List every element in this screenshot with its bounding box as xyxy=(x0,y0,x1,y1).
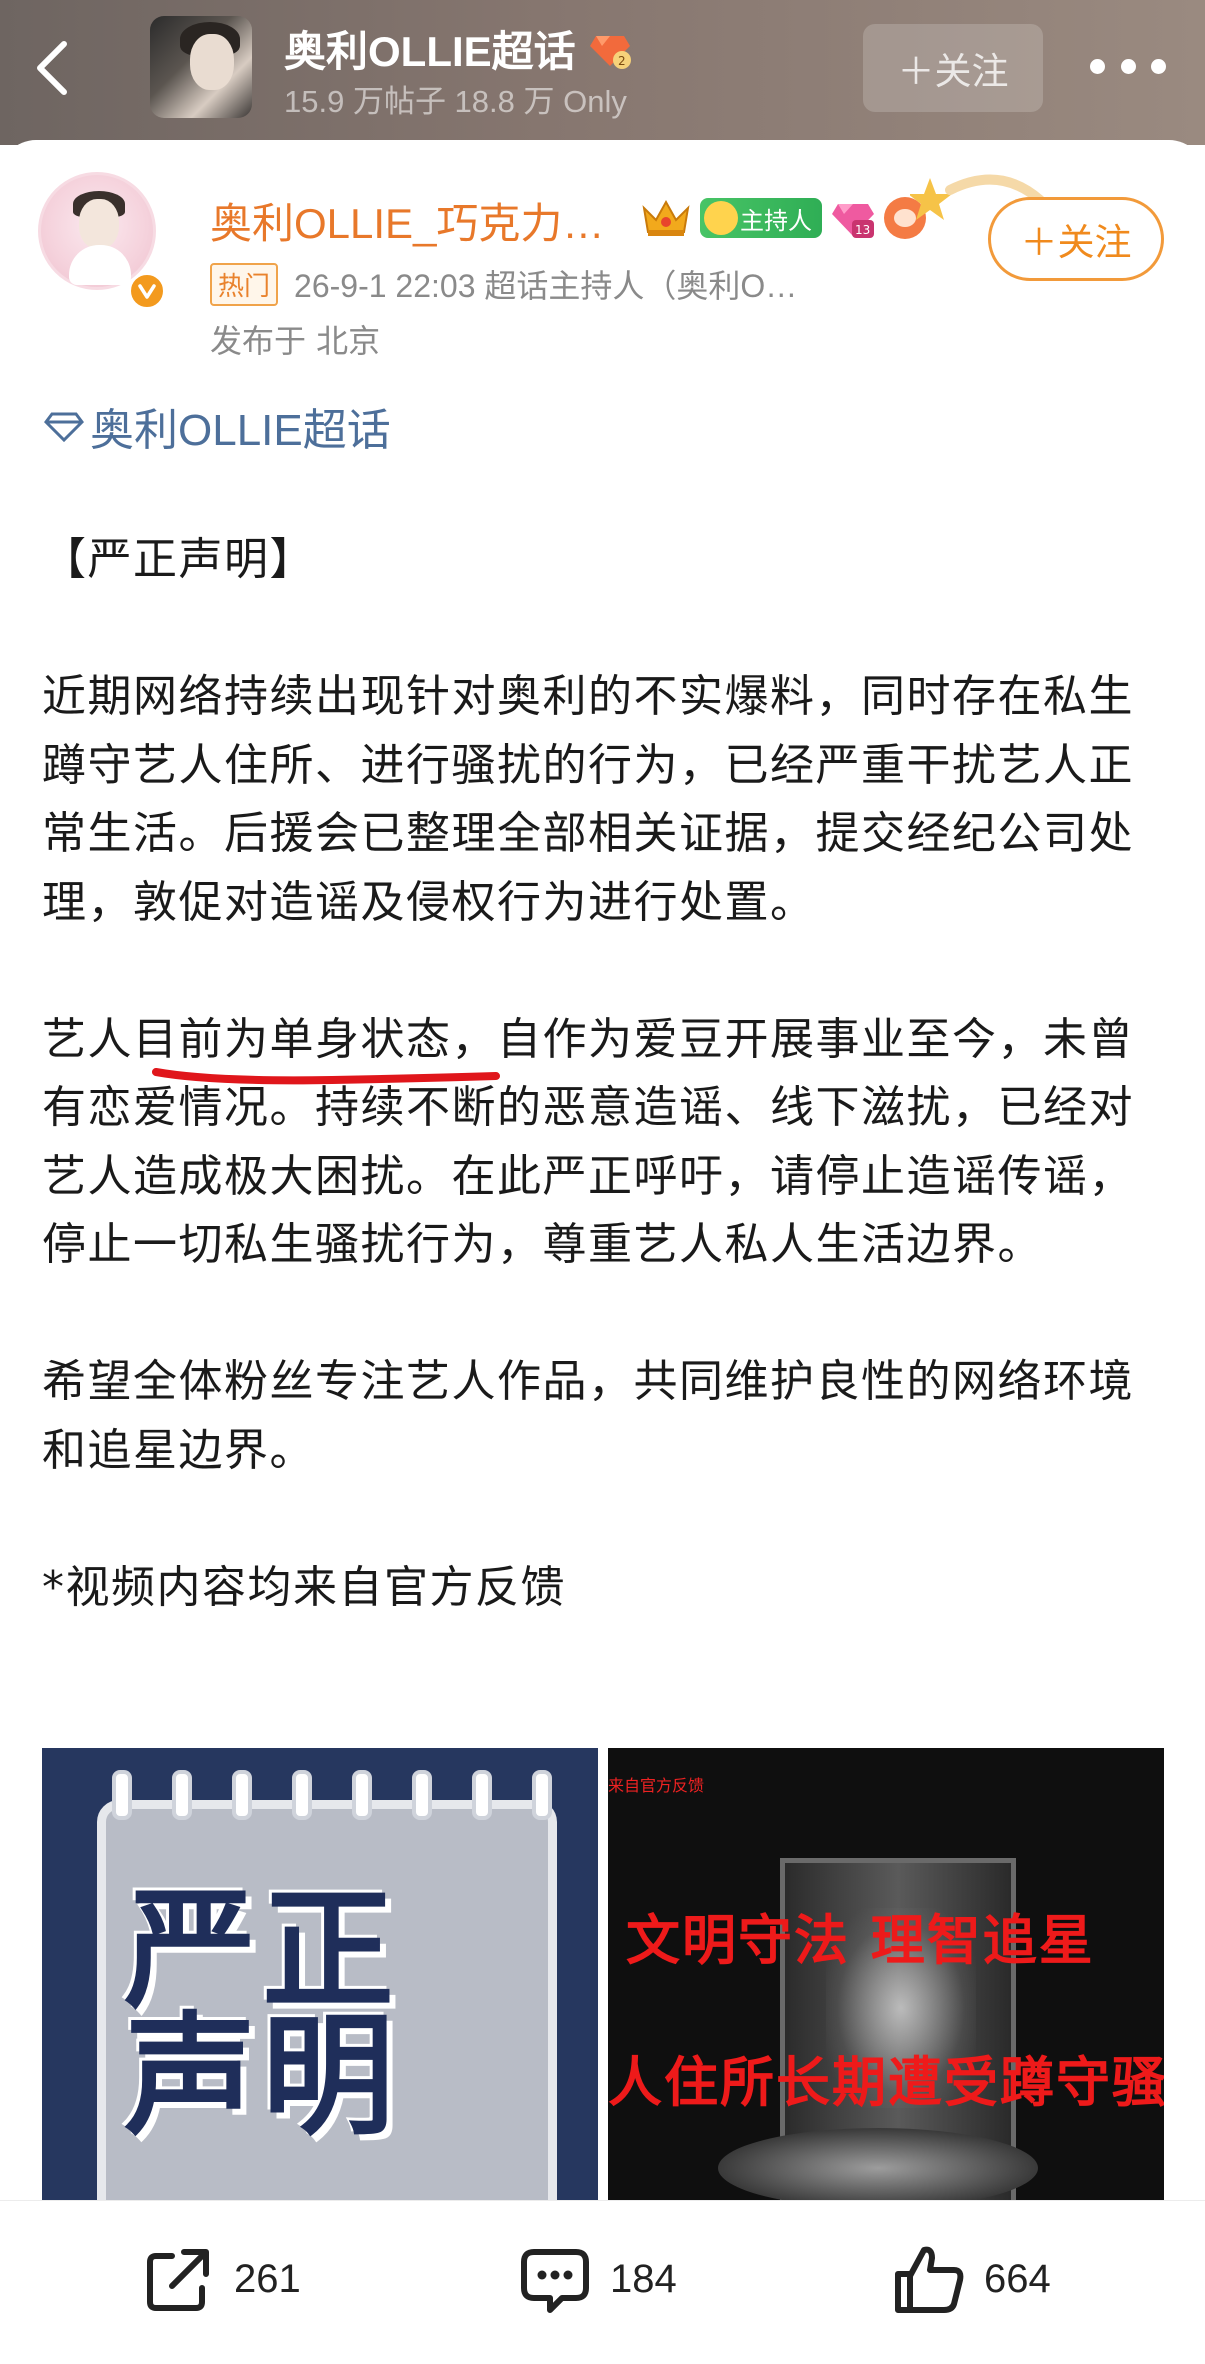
level-diamond-icon: 2 xyxy=(589,36,631,69)
comment-count: 184 xyxy=(610,2256,677,2301)
svg-text:2: 2 xyxy=(618,54,626,68)
post-paragraph: 近期网络持续出现针对奥利的不实爆料，同时存在私生蹲守艺人住所、进行骚扰的行为，已… xyxy=(42,671,1134,928)
thumbs-up-icon xyxy=(895,2246,964,2313)
diamond-icon xyxy=(44,412,84,443)
post-location: 发布于 北京 xyxy=(210,322,381,360)
post-heading: 【严正声明】 xyxy=(42,534,315,585)
statement-graphic-text: 严正 声明 xyxy=(124,1874,400,2154)
topic-header: 奥利OLLIE超话 2 15.9 万帖子 18.8 万 Only ＋关注 xyxy=(0,0,1205,145)
host-badge-icon xyxy=(704,201,738,235)
avatar[interactable] xyxy=(38,172,156,290)
like-count: 664 xyxy=(984,2256,1051,2301)
video-caption-line1: 文明守法 理智追星 xyxy=(626,1909,1095,1972)
hot-tag: 热门 xyxy=(210,262,279,306)
red-underline-annotation xyxy=(152,1068,500,1085)
username[interactable]: 奥利OLLIE_巧克力… xyxy=(210,190,604,251)
post-paragraph: 艺人目前为单身状态，自作为爱豆开展事业至今，未曾有恋爱情况。持续不断的恶意造谣、… xyxy=(42,1013,1134,1271)
svg-text:13: 13 xyxy=(855,223,870,237)
topic-link-label: 奥利OLLIE超话 xyxy=(90,406,391,455)
verified-icon xyxy=(128,272,166,310)
video-source-tag: 来自官方反馈 xyxy=(608,1776,705,1795)
comment-icon xyxy=(521,2249,589,2313)
follow-button[interactable]: ＋关注 xyxy=(988,197,1164,281)
topic-follow-button[interactable]: ＋关注 xyxy=(863,24,1043,112)
media-video-thumbnail[interactable]: 来自官方反馈 文明守法 理智追星 人住所长期遭受蹲守骚 xyxy=(608,1748,1164,2200)
like-button[interactable]: 664 xyxy=(892,2239,1051,2319)
action-bar: 261 184 664 xyxy=(0,2200,1205,2364)
post-footnote: *视频内容均来自官方反馈 xyxy=(42,1561,566,1613)
crown-icon xyxy=(642,199,690,236)
diamond-level-icon: 13 xyxy=(832,204,874,238)
video-caption-line2: 人住所长期遭受蹲守骚 xyxy=(608,2051,1164,2114)
share-icon xyxy=(147,2249,209,2311)
calendar-rings xyxy=(112,1770,552,1822)
more-icon[interactable] xyxy=(1090,56,1166,76)
topic-title[interactable]: 奥利OLLIE超话 xyxy=(284,18,576,79)
back-icon[interactable] xyxy=(28,38,78,98)
topic-avatar[interactable] xyxy=(150,16,252,118)
post-paragraph: 希望全体粉丝专注艺人作品，共同维护良性的网络环境和追星边界。 xyxy=(42,1356,1134,1476)
media-image-statement[interactable]: 严正 声明 xyxy=(42,1748,598,2200)
post-time-source: 26-9-1 22:03 超话主持人（奥利O… xyxy=(294,268,798,304)
topic-link[interactable]: 奥利OLLIE超话 xyxy=(44,398,391,455)
share-count: 261 xyxy=(234,2256,301,2301)
user-badges: 主持人 13 xyxy=(640,193,926,243)
topic-stats: 15.9 万帖子 18.8 万 Only xyxy=(284,84,627,119)
host-badge: 主持人 xyxy=(700,198,822,238)
post-meta: 热门 26-9-1 22:03 超话主持人（奥利O… xyxy=(210,262,797,306)
host-badge-label: 主持人 xyxy=(740,206,812,235)
share-button[interactable]: 261 xyxy=(142,2239,301,2319)
comment-button[interactable]: 184 xyxy=(518,2239,677,2319)
